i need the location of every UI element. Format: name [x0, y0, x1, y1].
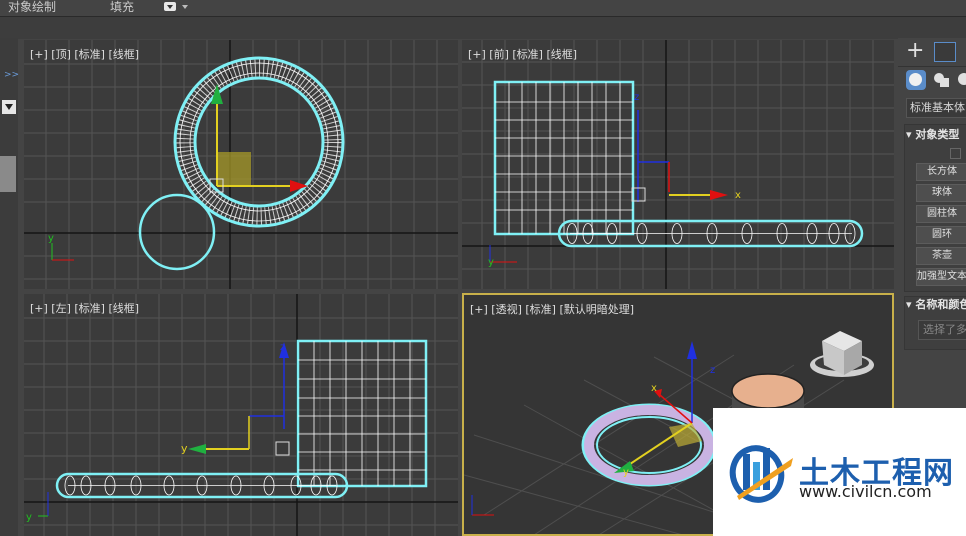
dropdown-arrow-icon[interactable]	[2, 100, 16, 114]
torus-button[interactable]: 圆环	[916, 226, 966, 244]
object-paint-menu[interactable]: 对象绘制	[8, 0, 56, 15]
chevron-down-icon[interactable]	[182, 5, 188, 12]
left-view-canvas: y z y	[24, 294, 458, 536]
category-dropdown[interactable]: 标准基本体	[906, 98, 966, 118]
viewport-top[interactable]: [+] [顶] [标准] [线框] y	[24, 40, 458, 289]
scrollbar-handle[interactable]	[0, 156, 16, 192]
viewcube-icon[interactable]	[810, 331, 874, 377]
light-icon[interactable]	[956, 70, 966, 90]
mail-dropdown-icon[interactable]	[164, 2, 176, 11]
svg-text:y: y	[488, 257, 494, 268]
plus-icon[interactable]: +	[906, 40, 924, 62]
svg-text:z: z	[280, 342, 285, 353]
box-button[interactable]: 长方体	[916, 163, 966, 181]
svg-text:y: y	[181, 442, 188, 455]
command-panel-tabs: +	[898, 38, 966, 67]
svg-text:z: z	[710, 365, 715, 376]
toolbar-band	[0, 16, 966, 39]
fill-menu[interactable]: 填充	[110, 0, 134, 15]
top-view-canvas: y	[24, 40, 458, 289]
object-name-field[interactable]: 选择了多	[918, 320, 966, 340]
cylinder-button[interactable]: 圆柱体	[916, 205, 966, 223]
modify-icon[interactable]	[934, 42, 956, 62]
watermark-url: www.civilcn.com	[799, 482, 932, 501]
shapes-icon[interactable]	[932, 70, 952, 90]
svg-text:x: x	[735, 190, 741, 201]
front-view-canvas: x z y	[462, 40, 894, 289]
svg-text:z: z	[634, 92, 639, 103]
svg-text:x: x	[651, 383, 657, 394]
sphere-icon[interactable]	[906, 70, 926, 90]
svg-text:y: y	[26, 512, 32, 523]
menu-bar: 对象绘制 填充	[0, 0, 966, 16]
name-color-title[interactable]: ▾ 名称和颜色	[906, 296, 966, 314]
viewport-left[interactable]: [+] [左] [标准] [线框] y z y	[24, 294, 458, 536]
autogrid-checkbox[interactable]	[950, 148, 961, 159]
viewport-label[interactable]: [+] [顶] [标准] [线框]	[30, 46, 139, 62]
viewport-label[interactable]: [+] [透视] [标准] [默认明暗处理]	[470, 301, 634, 317]
svg-text:y: y	[48, 233, 54, 244]
viewport-front[interactable]: [+] [前] [标准] [线框] x z y	[462, 40, 894, 289]
expand-icon[interactable]: >>	[4, 70, 19, 80]
teapot-button[interactable]: 茶壶	[916, 247, 966, 265]
object-type-label: 对象类型	[915, 128, 960, 141]
text-plus-button[interactable]: 加强型文本	[916, 268, 966, 286]
name-color-label: 名称和颜色	[915, 298, 966, 311]
viewport-label[interactable]: [+] [前] [标准] [线框]	[468, 46, 577, 62]
viewport-label[interactable]: [+] [左] [标准] [线框]	[30, 300, 139, 316]
watermark-logo: 土木工程网 www.civilcn.com	[713, 408, 966, 536]
svg-text:y: y	[623, 467, 629, 478]
watermark-emblem-icon	[729, 445, 793, 503]
sphere-button[interactable]: 球体	[916, 184, 966, 202]
object-type-title[interactable]: ▾ 对象类型	[906, 126, 966, 144]
left-toolbar: >>	[0, 38, 19, 536]
